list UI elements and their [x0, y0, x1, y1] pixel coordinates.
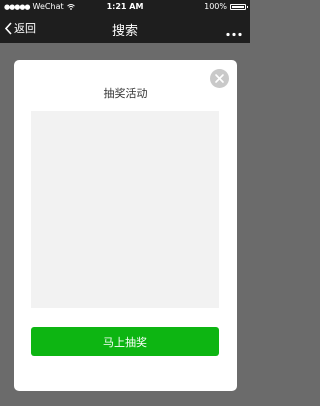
status-bar: ●●●●● WeChat 1:21 AM 100% — [0, 0, 250, 14]
battery-icon — [230, 3, 248, 10]
close-button[interactable] — [210, 69, 229, 88]
prize-area — [31, 111, 219, 308]
nav-bar: 返回 搜索 — [0, 14, 250, 43]
page-title: 搜索 — [111, 24, 138, 39]
battery-percent: 100% — [204, 2, 227, 11]
dialog-title: 抽奖活动 — [103, 87, 148, 100]
close-icon — [215, 74, 224, 83]
lottery-dialog: 抽奖活动 马上抽奖 — [14, 60, 237, 391]
more-button[interactable] — [226, 22, 242, 41]
status-right: 100% — [204, 2, 248, 11]
battery-fill — [232, 5, 244, 8]
draw-now-button[interactable]: 马上抽奖 — [31, 327, 219, 356]
more-dots-icon — [226, 32, 242, 37]
